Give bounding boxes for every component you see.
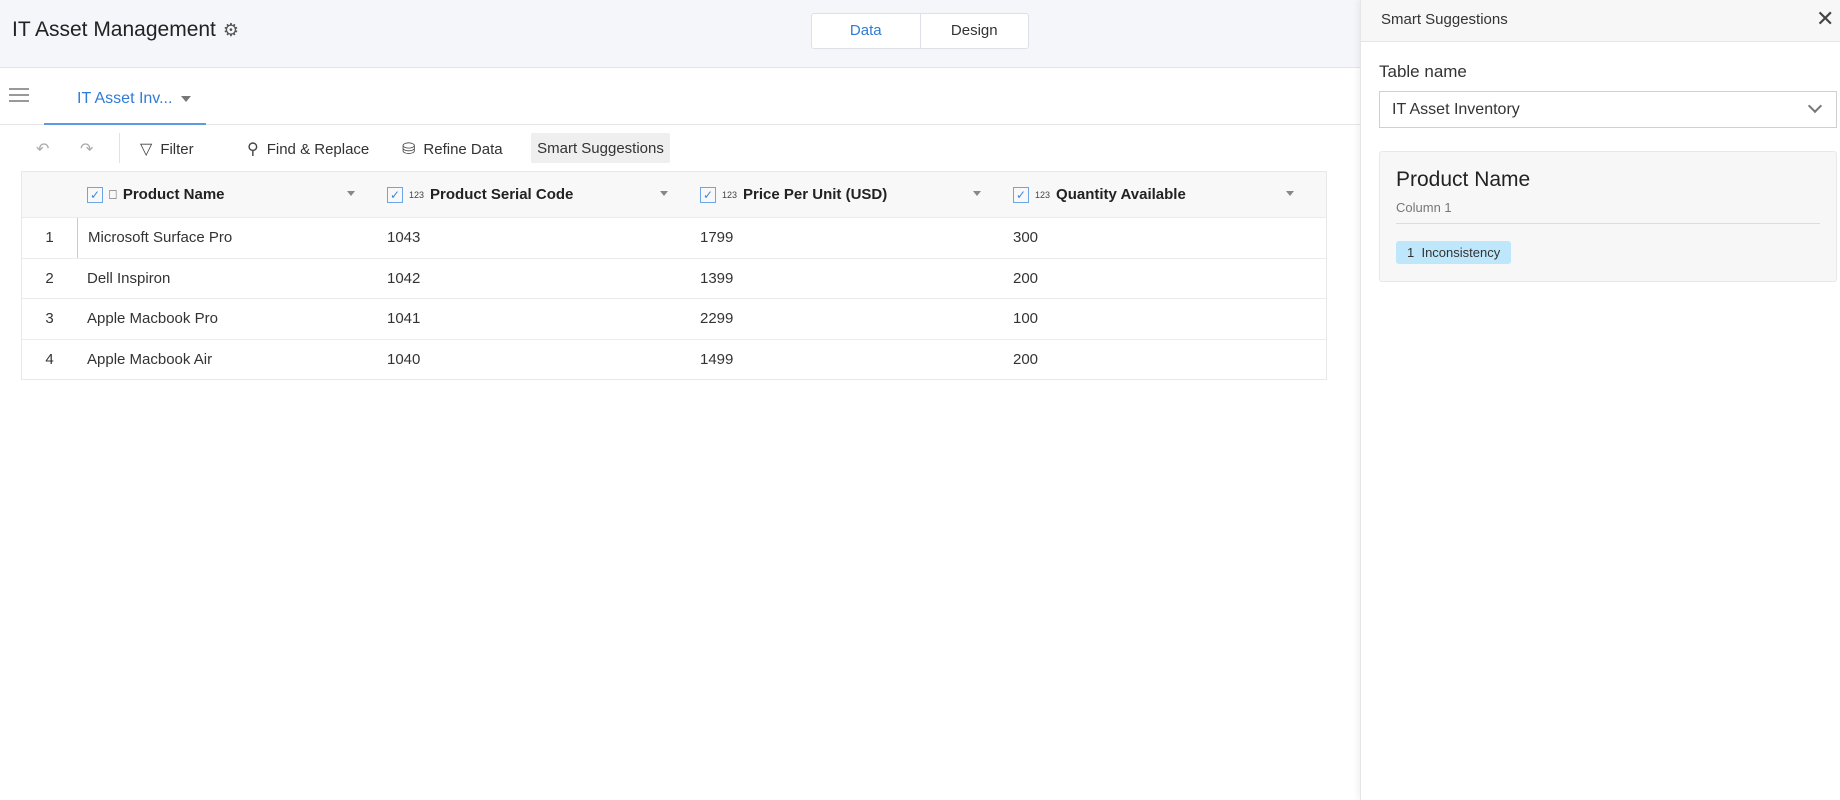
row-number: 4 — [45, 350, 54, 368]
table-name-select[interactable]: IT Asset Inventory — [1379, 91, 1837, 128]
redo-button[interactable]: ↷ — [80, 139, 93, 159]
undo-button[interactable]: ↶ — [36, 139, 49, 159]
table-cell[interactable]: Apple Macbook Air — [77, 340, 377, 380]
chevron-down-icon — [1807, 98, 1823, 114]
column-title: Quantity Available — [1056, 186, 1186, 203]
gear-icon[interactable]: ⚙ — [221, 20, 241, 40]
checkbox-icon[interactable]: ✓ — [1013, 186, 1029, 203]
close-icon[interactable]: ✕ — [1816, 6, 1834, 32]
hamburger-menu-icon[interactable] — [9, 88, 29, 102]
number-type-icon: 123 — [722, 189, 738, 200]
sheet-tab-label: IT Asset Inv... — [77, 90, 173, 107]
inconsistency-badge[interactable]: 1 Inconsistency — [1396, 241, 1512, 264]
panel-title: Smart Suggestions — [1381, 11, 1508, 28]
row-number: 2 — [45, 269, 54, 287]
dropdown-arrow-icon[interactable] — [1286, 191, 1294, 200]
table-row: 2 Dell Inspiron 1042 1399 200 — [22, 257, 1326, 299]
card-title: Product Name — [1396, 168, 1531, 191]
caret-down-icon[interactable] — [181, 96, 191, 107]
checkbox-icon[interactable]: ✓ — [700, 186, 716, 203]
table-row: 1 Microsoft Surface Pro 1043 1799 300 — [22, 217, 1326, 258]
table-cell[interactable]: 1043 — [377, 218, 690, 258]
mode-tabs: Data Design — [811, 13, 1029, 49]
find-replace-label: Find & Replace — [266, 140, 370, 158]
table-cell[interactable]: Microsoft Surface Pro — [77, 218, 377, 258]
table-cell[interactable]: 1041 — [377, 299, 690, 339]
tab-design[interactable]: Design — [919, 14, 1029, 48]
table-row: 3 Apple Macbook Pro 1041 2299 100 — [22, 298, 1326, 339]
filter-icon: ▽ — [140, 141, 153, 158]
filter-button[interactable]: ▽ Filter — [140, 139, 194, 159]
column-title: Price Per Unit (USD) — [743, 186, 888, 203]
tab-data[interactable]: Data — [812, 14, 920, 48]
toolbar-divider — [119, 133, 120, 163]
table-cell[interactable]: 200 — [1003, 340, 1316, 380]
row-number: 1 — [45, 229, 54, 247]
column-header-serial-code[interactable]: ✓ 123 Product Serial Code — [377, 172, 690, 217]
checkbox-icon[interactable]: ✓ — [87, 186, 103, 203]
table-cell[interactable]: 300 — [1003, 218, 1316, 258]
table-cell[interactable]: 1499 — [690, 340, 1003, 380]
search-icon: ⚲ — [247, 141, 259, 158]
filter-label: Filter — [160, 140, 194, 158]
suggestion-card[interactable]: Product Name Column 1 1 Inconsistency — [1379, 151, 1837, 282]
dropdown-arrow-icon[interactable] — [660, 191, 668, 200]
text-type-icon: ⎕ — [109, 186, 117, 202]
column-title: Product Serial Code — [430, 186, 574, 203]
column-title: Product Name — [122, 186, 225, 203]
redo-icon: ↷ — [80, 141, 94, 158]
table-header-row: ✓ ⎕ Product Name ✓ 123 Product Serial Code ✓… — [22, 172, 1326, 217]
undo-icon: ↶ — [36, 141, 50, 158]
table-cell[interactable]: 1799 — [690, 218, 1003, 258]
smart-suggestions-button[interactable]: Smart Suggestions — [531, 133, 670, 163]
toolbar: ↶ ↷ ▽ Filter ⚲ Find & Replace ⛁ Refine Data… — [0, 125, 1360, 171]
table-name-label: Table name — [1379, 62, 1467, 81]
column-header-price[interactable]: ✓ 123 Price Per Unit (USD) — [690, 172, 1003, 217]
table-cell[interactable]: 1040 — [377, 340, 690, 380]
table-cell[interactable]: 100 — [1003, 299, 1316, 339]
refine-data-label: Refine Data — [423, 140, 503, 158]
database-edit-icon: ⛁ — [402, 141, 416, 158]
number-type-icon: 123 — [1035, 189, 1051, 200]
data-table: ✓ ⎕ Product Name ✓ 123 Product Serial Code ✓… — [21, 171, 1327, 380]
number-type-icon: 123 — [409, 189, 425, 200]
find-replace-button[interactable]: ⚲ Find & Replace — [247, 139, 369, 159]
table-name-value: IT Asset Inventory — [1392, 101, 1520, 118]
sheet-tab[interactable]: IT Asset Inv... — [44, 68, 206, 125]
smart-suggestions-panel: Smart Suggestions ✕ Table name IT Asset … — [1360, 0, 1840, 800]
table-row: 4 Apple Macbook Air 1040 1499 200 — [22, 338, 1326, 380]
dropdown-arrow-icon[interactable] — [973, 191, 981, 200]
table-cell[interactable]: Dell Inspiron — [77, 259, 377, 299]
table-cell[interactable]: 200 — [1003, 259, 1316, 299]
card-subtitle: Column 1 — [1396, 200, 1452, 215]
card-divider — [1396, 223, 1820, 224]
top-header: IT Asset Management ⚙ Data Design — [0, 0, 1360, 68]
row-number: 3 — [45, 310, 54, 328]
checkbox-icon[interactable]: ✓ — [387, 186, 403, 203]
table-cell[interactable]: 1042 — [377, 259, 690, 299]
column-header-product-name[interactable]: ✓ ⎕ Product Name — [77, 172, 377, 217]
refine-data-button[interactable]: ⛁ Refine Data — [402, 139, 503, 159]
app-title: IT Asset Management — [12, 18, 216, 41]
panel-header: Smart Suggestions ✕ — [1361, 0, 1840, 42]
table-cell[interactable]: 2299 — [690, 299, 1003, 339]
table-cell[interactable]: Apple Macbook Pro — [77, 299, 377, 339]
column-header-quantity[interactable]: ✓ 123 Quantity Available — [1003, 172, 1316, 217]
table-cell[interactable]: 1399 — [690, 259, 1003, 299]
dropdown-arrow-icon[interactable] — [347, 191, 355, 200]
